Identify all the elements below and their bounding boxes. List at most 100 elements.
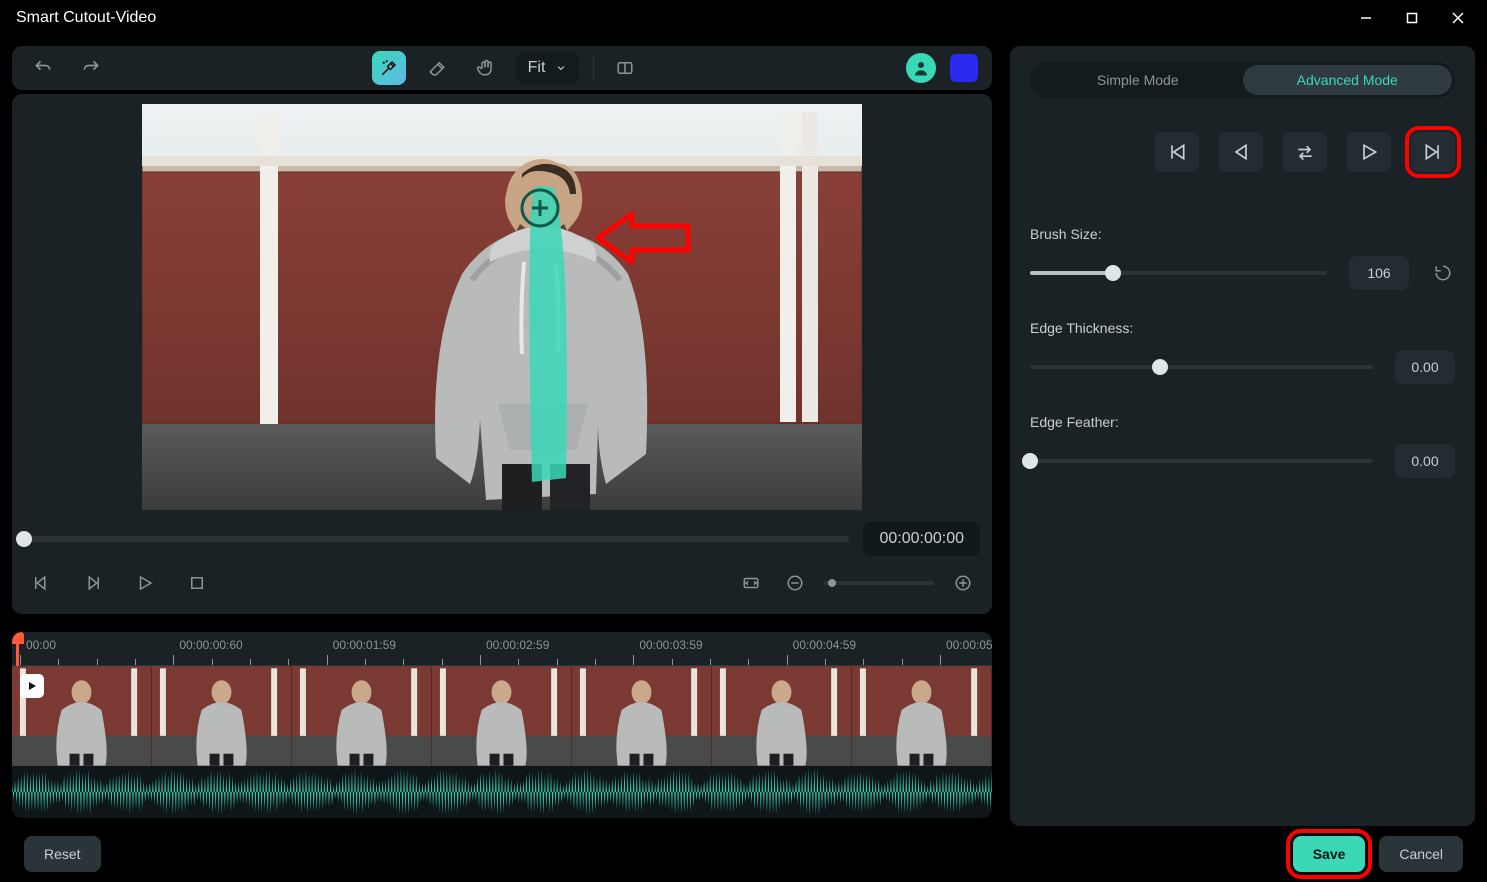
window-close-button[interactable] (1435, 2, 1481, 34)
zoom-fit-label: Fit (528, 59, 546, 77)
save-button[interactable]: Save (1293, 836, 1366, 872)
scrubber-handle[interactable] (16, 531, 32, 547)
ruler-tick-label: 00:00:05 (946, 638, 992, 652)
ruler-tick-label: 00:00 (26, 638, 56, 652)
preview-toolbar: Fit (12, 46, 992, 90)
tab-simple-mode[interactable]: Simple Mode (1033, 65, 1243, 95)
minimize-icon (1360, 12, 1372, 24)
brush-size-reset-button[interactable] (1431, 261, 1455, 285)
keyframe-nav (1030, 132, 1455, 172)
zoom-out-button[interactable] (780, 568, 810, 598)
brush-size-slider[interactable] (1030, 271, 1327, 275)
undo-button[interactable] (26, 51, 60, 85)
timeline-thumbnail (292, 666, 432, 766)
ruler-tick-label: 00:00:04:59 (793, 638, 856, 652)
swap-button[interactable] (1283, 132, 1327, 172)
timeline-thumbnail (432, 666, 572, 766)
eraser-tool-button[interactable] (420, 51, 454, 85)
edge-feather-label: Edge Feather: (1030, 414, 1455, 430)
subject-overlay-toggle[interactable] (906, 53, 936, 83)
edge-thickness-handle[interactable] (1152, 359, 1168, 375)
magic-brush-icon (380, 59, 398, 77)
go-first-button[interactable] (1155, 132, 1199, 172)
transport-controls (20, 560, 984, 608)
window-maximize-button[interactable] (1389, 2, 1435, 34)
preview-scrubber: 00:00:00:00 (20, 512, 984, 560)
timeline-audio-track[interactable] (12, 766, 992, 818)
brush-size-value[interactable]: 106 (1349, 256, 1409, 290)
zoom-in-icon (954, 574, 972, 592)
step-forward-button[interactable] (78, 568, 108, 598)
brush-size-label: Brush Size: (1030, 226, 1455, 242)
zoom-slider-handle[interactable] (828, 579, 836, 587)
hand-tool-button[interactable] (468, 51, 502, 85)
zoom-in-button[interactable] (948, 568, 978, 598)
step-forward-icon (84, 574, 102, 592)
edge-feather-handle[interactable] (1022, 453, 1038, 469)
go-prev-icon (1231, 142, 1251, 162)
eraser-icon (428, 59, 446, 77)
mode-tabs: Simple Mode Advanced Mode (1030, 62, 1455, 98)
redo-button[interactable] (74, 51, 108, 85)
edge-feather-value[interactable]: 0.00 (1395, 444, 1455, 478)
brush-size-handle[interactable] (1105, 265, 1121, 281)
stop-icon (188, 574, 206, 592)
reset-button[interactable]: Reset (24, 836, 101, 872)
swap-icon (1295, 142, 1315, 162)
brush-tool-button[interactable] (372, 51, 406, 85)
play-button[interactable] (130, 568, 160, 598)
window-minimize-button[interactable] (1343, 2, 1389, 34)
window-title: Smart Cutout-Video (16, 9, 156, 27)
background-color-swatch[interactable] (950, 54, 978, 82)
play-keyframes-button[interactable] (1347, 132, 1391, 172)
go-prev-button[interactable] (1219, 132, 1263, 172)
video-frame (142, 104, 862, 510)
window-controls (1343, 2, 1481, 34)
maximize-icon (1406, 12, 1418, 24)
edge-feather-slider[interactable] (1030, 459, 1373, 463)
edge-thickness-slider[interactable] (1030, 365, 1373, 369)
annotation-arrow-icon (592, 212, 692, 268)
ruler-tick-label: 00:00:03:59 (639, 638, 702, 652)
go-next-button[interactable] (1411, 132, 1455, 172)
timeline-thumbnail (572, 666, 712, 766)
go-next-icon (1423, 142, 1443, 162)
ruler-tick-label: 00:00:01:59 (333, 638, 396, 652)
side-panel: Simple Mode Advanced Mode Brush Size: (1010, 46, 1475, 826)
zoom-fit-select[interactable]: Fit (516, 52, 580, 84)
timecode-display: 00:00:00:00 (863, 522, 980, 556)
fit-screen-icon (742, 574, 760, 592)
clip-play-badge[interactable] (20, 674, 44, 698)
cancel-button[interactable]: Cancel (1379, 836, 1463, 872)
window-titlebar: Smart Cutout-Video (0, 0, 1487, 36)
timeline-ruler[interactable]: 00:00 00:00:00:60 00:00:01:59 00:00:02:59 00… (12, 632, 992, 666)
compare-button[interactable] (608, 51, 642, 85)
timeline-thumbnail (712, 666, 852, 766)
edge-thickness-label: Edge Thickness: (1030, 320, 1455, 336)
edge-thickness-value[interactable]: 0.00 (1395, 350, 1455, 384)
zoom-slider[interactable] (824, 581, 934, 585)
stop-button[interactable] (182, 568, 212, 598)
preview-canvas[interactable] (20, 102, 984, 512)
zoom-out-icon (786, 574, 804, 592)
redo-icon (81, 58, 101, 78)
scrubber-track[interactable] (24, 536, 849, 542)
hand-icon (476, 59, 494, 77)
step-back-button[interactable] (26, 568, 56, 598)
person-icon (912, 59, 930, 77)
tab-advanced-mode[interactable]: Advanced Mode (1243, 65, 1453, 95)
chevron-down-icon (555, 62, 567, 74)
fit-to-screen-button[interactable] (736, 568, 766, 598)
play-icon (26, 680, 38, 692)
close-icon (1452, 12, 1464, 24)
dialog-footer: Reset Save Cancel (0, 826, 1487, 882)
timeline[interactable]: 00:00 00:00:00:60 00:00:01:59 00:00:02:59 00… (12, 632, 992, 818)
toolbar-divider (593, 55, 594, 81)
audio-waveform-icon (12, 766, 992, 818)
ruler-tick-label: 00:00:02:59 (486, 638, 549, 652)
timeline-video-track[interactable] (12, 666, 992, 766)
timeline-thumbnail (852, 666, 992, 766)
ruler-tick-label: 00:00:00:60 (179, 638, 242, 652)
play-icon (136, 574, 154, 592)
play-icon (1359, 142, 1379, 162)
